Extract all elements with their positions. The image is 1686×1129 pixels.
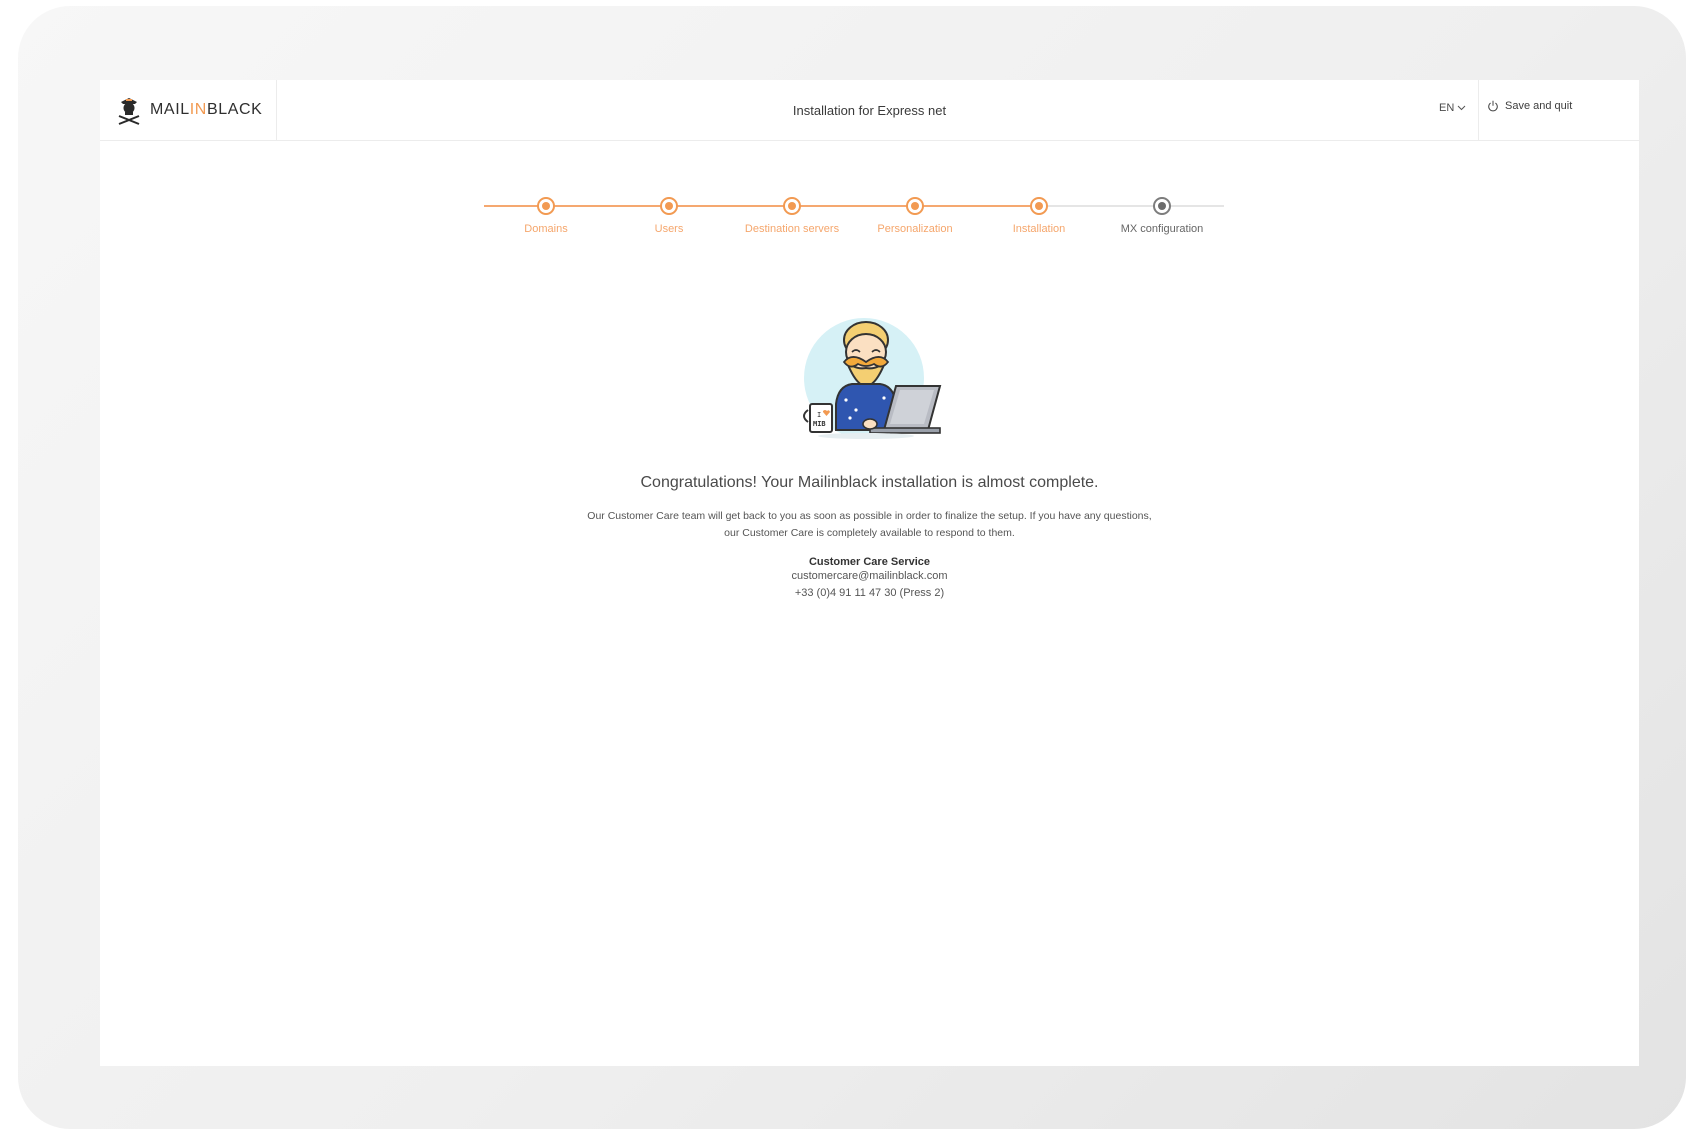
step-users[interactable]: Users xyxy=(599,193,739,235)
step-label: MX configuration xyxy=(1120,223,1204,235)
completion-description: Our Customer Care team will get back to … xyxy=(550,508,1190,542)
customer-care-title: Customer Care Service xyxy=(808,556,931,568)
step-domains[interactable]: Domains xyxy=(476,193,616,235)
step-label: Domains xyxy=(524,223,568,235)
power-icon xyxy=(1488,100,1498,112)
top-header: MAILINBLACK Installation for Express net… xyxy=(100,80,1639,141)
mascot-illustration: I MIB xyxy=(803,318,942,439)
step-label: Users xyxy=(654,223,684,235)
svg-text:I: I xyxy=(817,411,821,419)
save-and-quit-button[interactable]: Save and quit xyxy=(1487,100,1572,112)
step-indicator-icon xyxy=(783,197,801,215)
customer-care-phone: +33 (0)4 91 11 47 30 (Press 2) xyxy=(794,587,945,599)
step-personalization[interactable]: Personalization xyxy=(845,193,985,235)
language-value: EN xyxy=(1439,102,1455,114)
page-title: Installation for Express net xyxy=(792,102,947,118)
svg-text:MIB: MIB xyxy=(813,420,826,428)
step-label: Installation xyxy=(1012,223,1066,235)
step-indicator-icon xyxy=(906,197,924,215)
step-indicator-icon xyxy=(660,197,678,215)
description-line: our Customer Care is completely availabl… xyxy=(724,527,1015,539)
device-frame: MAILINBLACK Installation for Express net… xyxy=(18,6,1686,1129)
save-and-quit-label: Save and quit xyxy=(1505,100,1573,112)
customer-care-email[interactable]: customercare@mailinblack.com xyxy=(100,568,1639,585)
step-indicator-icon xyxy=(1153,197,1171,215)
completion-message: Congratulations! Your Mailinblack instal… xyxy=(100,474,1639,602)
app-screen: MAILINBLACK Installation for Express net… xyxy=(100,80,1639,1066)
step-indicator-icon xyxy=(1030,197,1048,215)
step-destination-servers[interactable]: Destination servers xyxy=(722,193,862,235)
step-label: Destination servers xyxy=(744,223,840,235)
description-line: Our Customer Care team will get back to … xyxy=(587,510,1152,522)
step-indicator-icon xyxy=(537,197,555,215)
completion-title: Congratulations! Your Mailinblack instal… xyxy=(640,474,1099,491)
chevron-down-icon xyxy=(1457,105,1466,111)
header-divider xyxy=(1478,80,1479,140)
step-label: Personalization xyxy=(877,223,953,235)
installation-stepper: Domains Users Destination servers Person… xyxy=(484,193,1224,243)
step-mx-configuration[interactable]: MX configuration xyxy=(1092,193,1232,235)
language-selector[interactable]: EN xyxy=(1439,102,1466,114)
step-installation[interactable]: Installation xyxy=(969,193,1109,235)
